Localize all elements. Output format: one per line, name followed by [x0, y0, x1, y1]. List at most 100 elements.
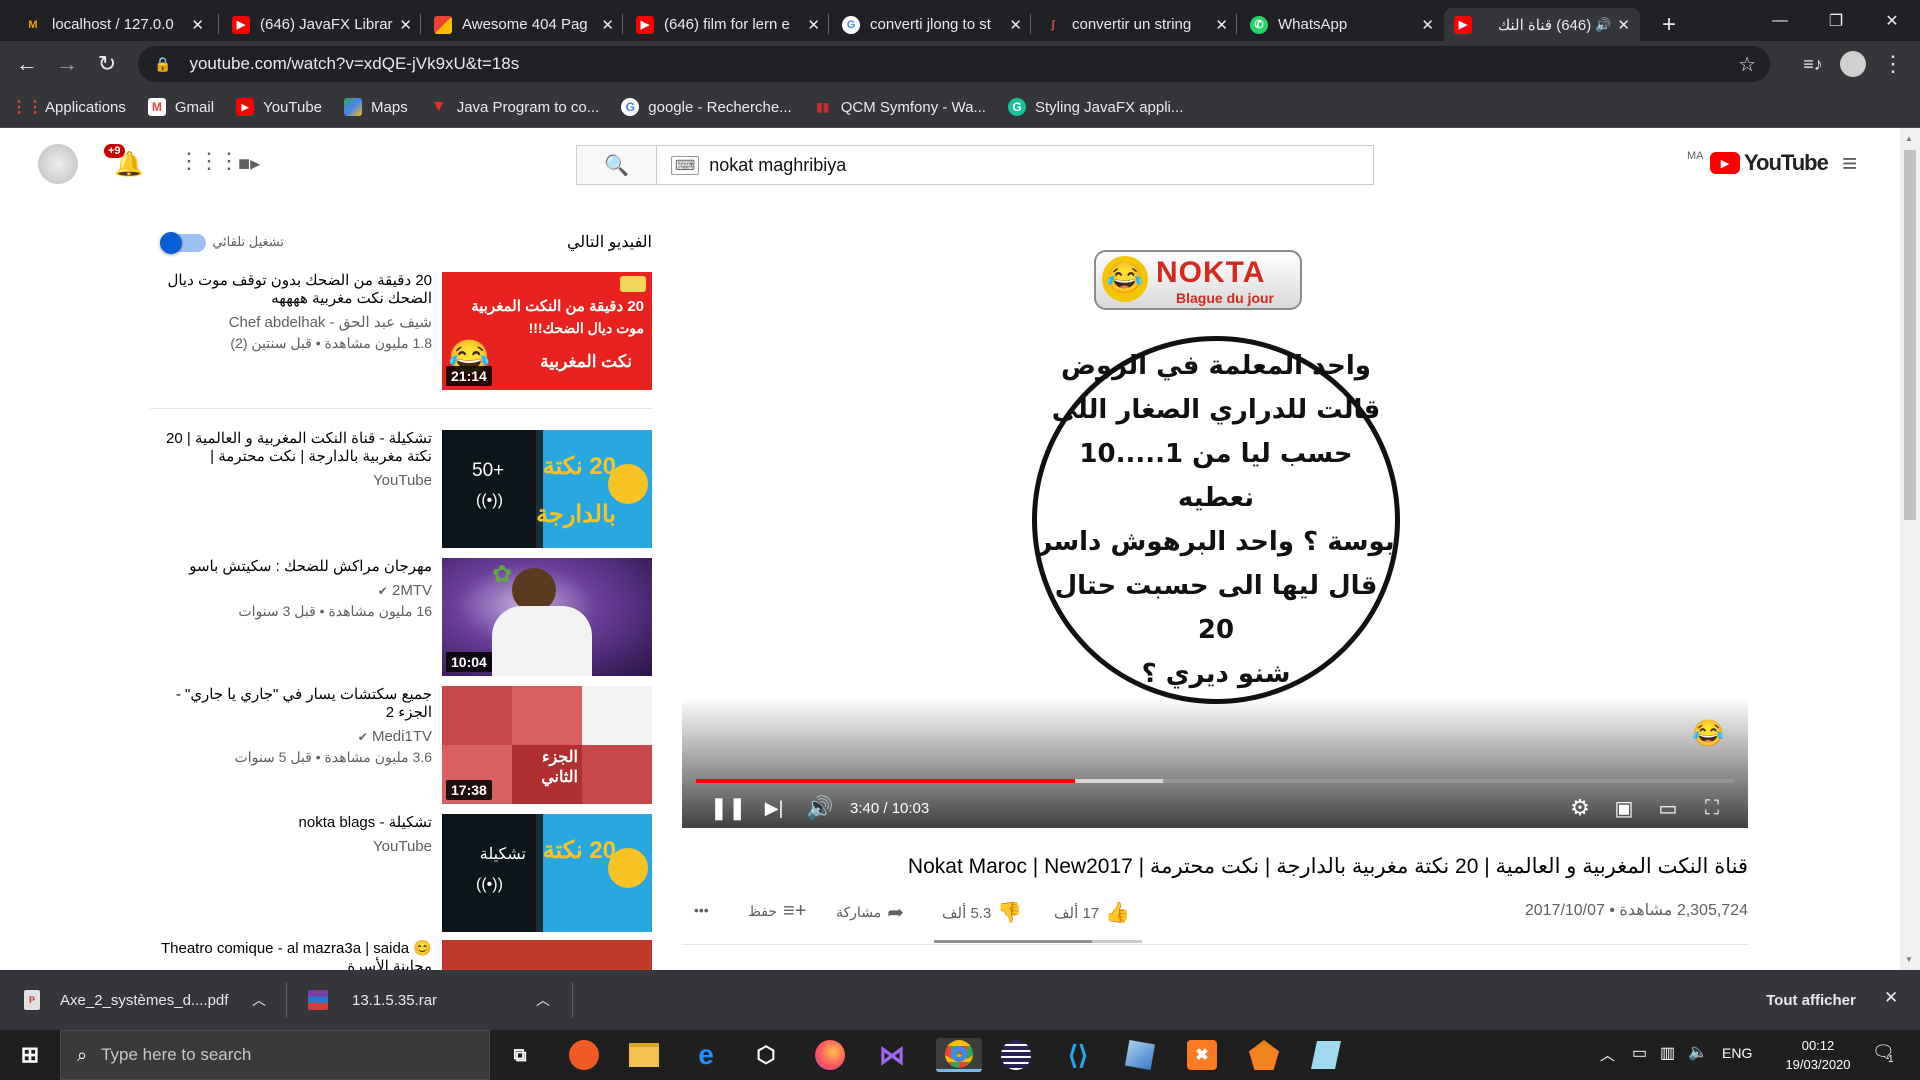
- restore-button[interactable]: ❐: [1808, 0, 1864, 41]
- 3d-box-icon[interactable]: ⬡: [748, 1038, 784, 1072]
- recommendation-item[interactable]: 20 نكتة بالدارجة 50+ ((•)) تشكيلة - قناة…: [150, 430, 652, 548]
- taskbar-search[interactable]: ⌕ Type here to search: [60, 1030, 490, 1080]
- chrome-taskbar-icon[interactable]: [936, 1038, 982, 1072]
- bookmark-youtube[interactable]: ▶ YouTube: [236, 98, 322, 116]
- dislike-button[interactable]: 5.3 ألف 👎: [942, 900, 1022, 925]
- like-button[interactable]: 17 ألف 👍: [1054, 900, 1130, 925]
- progress-bar[interactable]: [696, 779, 1734, 783]
- recommendation-item[interactable]: 20 نكتة تشكيلة ((•)) تشكيلة - nokta blag…: [150, 814, 652, 932]
- video-title[interactable]: تشكيلة - قناة النكت المغربية و العالمية …: [150, 430, 432, 466]
- video-title[interactable]: 20 دقيقة من الضحك بدون توقف موت ديال الض…: [150, 272, 432, 308]
- speaker-icon[interactable]: 🔊: [1595, 17, 1611, 33]
- bookmark-google[interactable]: G google - Recherche...: [621, 98, 792, 116]
- windows-start-icon[interactable]: ⊞: [12, 1038, 48, 1072]
- xampp-icon[interactable]: ✖: [1184, 1038, 1220, 1072]
- tab-nokat-active[interactable]: ▶ (646) قناة النك 🔊 ✕: [1444, 8, 1640, 41]
- tab-whatsapp[interactable]: ✆ WhatsApp ✕: [1240, 8, 1444, 41]
- bookmark-javafx[interactable]: G Styling JavaFX appli...: [1007, 98, 1183, 116]
- video-player[interactable]: 😂 NOKTA Blague du jour واحد المعلمة في ا…: [682, 228, 1748, 828]
- account-avatar[interactable]: [38, 144, 78, 184]
- show-all-downloads-button[interactable]: Tout afficher: [1750, 982, 1872, 1018]
- more-actions-button[interactable]: •••: [694, 902, 709, 918]
- video-thumbnail[interactable]: الجزء الثاني 17:38: [442, 686, 652, 804]
- theater-mode-icon[interactable]: ▭: [1650, 790, 1686, 826]
- miniplayer-icon[interactable]: ▣: [1606, 790, 1642, 826]
- create-video-icon[interactable]: ■▸: [238, 151, 260, 176]
- scroll-down-icon[interactable]: ▼: [1905, 955, 1913, 964]
- hamburger-menu-icon[interactable]: ≡: [1842, 148, 1857, 179]
- bookmark-java[interactable]: ▼ Java Program to co...: [430, 98, 599, 116]
- close-icon[interactable]: ✕: [1009, 16, 1022, 34]
- scrollbar-thumb[interactable]: [1904, 150, 1916, 520]
- minimize-button[interactable]: —: [1752, 0, 1808, 41]
- eclipse-icon[interactable]: [998, 1038, 1034, 1072]
- playlist-thumbnail[interactable]: 20 نكتة بالدارجة 50+ ((•)): [442, 430, 652, 548]
- profile-avatar[interactable]: [1834, 41, 1872, 87]
- visual-studio-icon[interactable]: ⋈: [874, 1038, 910, 1072]
- bookmark-star-icon[interactable]: ☆: [1738, 52, 1756, 77]
- tab-film[interactable]: ▶ (646) film for lern e ✕: [626, 8, 830, 41]
- recommendation-item[interactable]: الجزء الثاني 17:38 جميع سكتشات يسار في "…: [150, 686, 652, 804]
- youtube-logo-icon[interactable]: ▶: [1710, 152, 1740, 174]
- tab-convertir[interactable]: ʃ convertir un string ✕: [1034, 8, 1238, 41]
- recommendation-item[interactable]: ✿ 10:04 مهرجان مراكش للضحك : سكيتش باسو …: [150, 558, 652, 676]
- volume-icon[interactable]: 🔊: [802, 790, 838, 826]
- address-bar[interactable]: 🔒 youtube.com/watch?v=xdQE-jVk9xU&t=18s …: [138, 46, 1770, 82]
- ruby-app-icon[interactable]: [1246, 1038, 1282, 1072]
- video-title[interactable]: جميع سكتشات يسار في "جاري يا جاري" - الج…: [150, 686, 432, 722]
- pause-button[interactable]: ❚❚: [710, 790, 747, 826]
- youtube-logo-text[interactable]: YouTube: [1744, 150, 1829, 176]
- close-icon[interactable]: ✕: [1215, 16, 1228, 34]
- download-item[interactable]: P Axe_2_systèmes_d....pdf ︿: [24, 970, 274, 1030]
- postman-icon[interactable]: [566, 1038, 602, 1072]
- search-button[interactable]: 🔍: [577, 146, 657, 184]
- scroll-up-icon[interactable]: ▲: [1905, 134, 1913, 143]
- close-icon[interactable]: ✕: [1617, 16, 1630, 34]
- battery-icon[interactable]: ▭: [1632, 1043, 1647, 1063]
- media-control-icon[interactable]: ≡♪: [1794, 41, 1832, 87]
- video-thumbnail[interactable]: ✿ 10:04: [442, 558, 652, 676]
- apps-grid-icon[interactable]: ⋮⋮⋮: [178, 148, 240, 174]
- menu-dots-icon[interactable]: ⋮: [1874, 41, 1912, 87]
- firefox-icon[interactable]: [812, 1038, 848, 1072]
- back-icon[interactable]: ←: [8, 41, 46, 87]
- save-button[interactable]: حفظ ≡+: [748, 900, 806, 923]
- channel-watermark-icon[interactable]: 😂: [1692, 718, 1724, 749]
- notepad-icon[interactable]: [1308, 1038, 1344, 1072]
- vscode-icon[interactable]: ⟨⟩: [1060, 1038, 1096, 1072]
- close-icon[interactable]: ✕: [601, 16, 614, 34]
- keyboard-icon[interactable]: ⌨: [671, 155, 700, 175]
- virtualbox-icon[interactable]: [1122, 1038, 1158, 1072]
- close-icon[interactable]: ✕: [807, 16, 820, 34]
- close-downloads-icon[interactable]: ✕: [1884, 988, 1898, 1008]
- channel-name[interactable]: Medi1TV ✔: [150, 726, 432, 748]
- bookmark-gmail[interactable]: M Gmail: [147, 98, 214, 116]
- channel-name[interactable]: شيف عبد الحق - Chef abdelhak: [150, 312, 432, 334]
- bookmark-symfony[interactable]: ▮▮ QCM Symfony - Wa...: [814, 98, 986, 116]
- close-window-button[interactable]: ✕: [1864, 0, 1920, 41]
- file-explorer-icon[interactable]: [626, 1038, 662, 1072]
- tab-javafx[interactable]: ▶ (646) JavaFX Librar ✕: [222, 8, 422, 41]
- tab-converti[interactable]: G converti jlong to st ✕: [832, 8, 1032, 41]
- bookmark-applications[interactable]: ⋮⋮ Applications: [11, 98, 126, 117]
- tab-localhost[interactable]: M localhost / 127.0.0 ✕: [14, 8, 214, 41]
- recommendation-item[interactable]: Theatro comique - al mazra3a | saida 😊 م…: [150, 940, 652, 970]
- forward-icon[interactable]: →: [48, 41, 86, 87]
- new-tab-button[interactable]: +: [1654, 8, 1694, 41]
- next-button[interactable]: ▶|: [756, 790, 792, 826]
- recommendation-item[interactable]: 20 دقيقة من النكت المغربية موت ديال الضح…: [150, 272, 652, 390]
- reload-icon[interactable]: ↻: [88, 41, 126, 87]
- video-title[interactable]: تشكيلة - nokta blags: [150, 814, 432, 832]
- channel-name[interactable]: YouTube: [150, 836, 432, 858]
- edge-icon[interactable]: e: [688, 1038, 724, 1072]
- bookmark-maps[interactable]: Maps: [344, 98, 408, 116]
- video-title[interactable]: مهرجان مراكش للضحك : سكيتش باسو: [150, 558, 432, 576]
- close-icon[interactable]: ✕: [191, 16, 204, 34]
- clock[interactable]: 00:12 19/03/2020: [1778, 1036, 1858, 1074]
- share-button[interactable]: مشاركة ➦: [836, 900, 904, 925]
- search-input[interactable]: ⌨ nokat maghribiya: [657, 146, 1373, 184]
- chevron-up-icon[interactable]: ︿: [252, 990, 266, 1010]
- task-view-icon[interactable]: ⧉: [502, 1038, 538, 1072]
- close-icon[interactable]: ✕: [399, 16, 412, 34]
- show-hidden-icons-icon[interactable]: ︿: [1600, 1044, 1615, 1065]
